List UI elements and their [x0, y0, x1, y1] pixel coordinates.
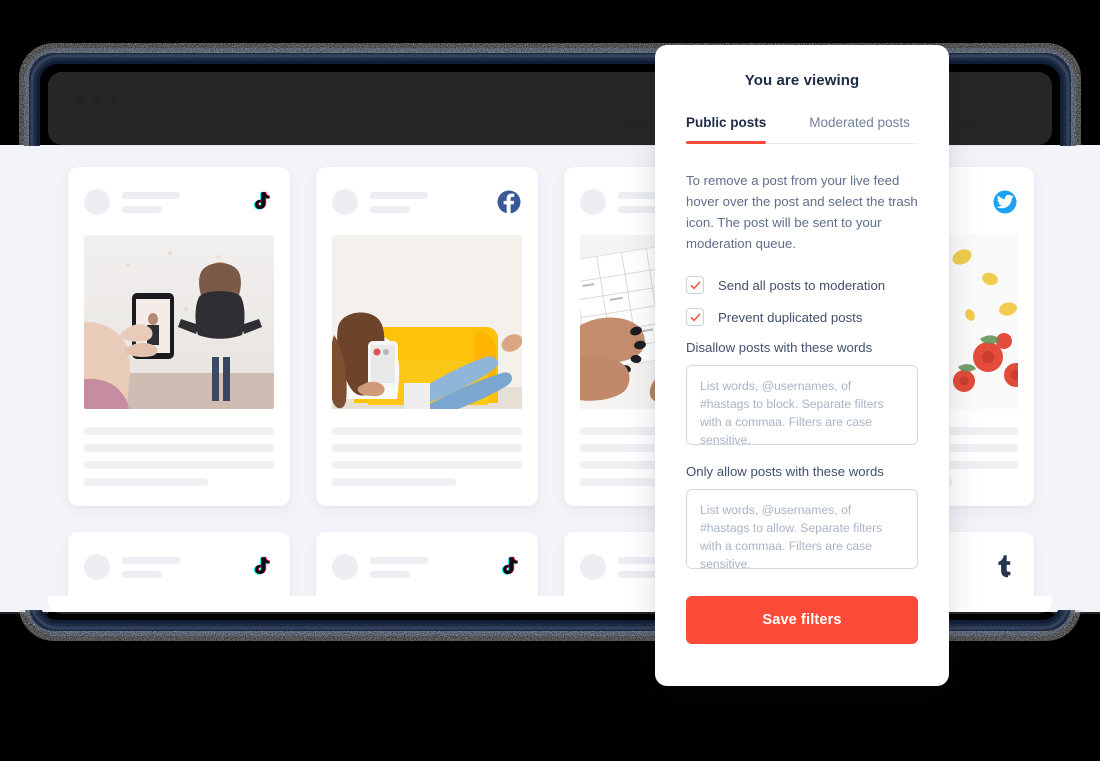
option-send-all-to-moderation[interactable]: Send all posts to moderation [686, 276, 918, 294]
window-dot[interactable] [110, 94, 118, 103]
panel-tabs: Public posts Moderated posts [686, 115, 918, 144]
post-text-skeleton [332, 427, 522, 486]
avatar [580, 554, 606, 580]
post-text-skeleton [84, 427, 274, 486]
screenshot-stage: You are viewing Public posts Moderated p… [0, 0, 1100, 761]
post-card-header [332, 550, 522, 584]
post-photo [84, 235, 274, 409]
checkbox-checked-icon[interactable] [686, 308, 704, 326]
author-skeleton [370, 556, 428, 578]
panel-description: To remove a post from your live feed hov… [686, 173, 918, 251]
option-label: Prevent duplicated posts [718, 309, 863, 325]
author-skeleton [370, 191, 428, 213]
interior-left-band [0, 146, 46, 610]
avatar [580, 189, 606, 215]
moderation-options: Send all posts to moderation Prevent dup… [686, 276, 918, 326]
post-card[interactable] [68, 167, 290, 506]
author-skeleton [122, 191, 180, 213]
disallow-words-group: Disallow posts with these words [686, 340, 918, 450]
save-filters-button[interactable]: Save filters [686, 596, 918, 644]
checkbox-checked-icon[interactable] [686, 276, 704, 294]
option-label: Send all posts to moderation [718, 277, 886, 293]
window-dot[interactable] [93, 94, 101, 103]
panel-title: You are viewing [744, 72, 860, 89]
option-prevent-duplicated-posts[interactable]: Prevent duplicated posts [686, 308, 918, 326]
avatar [84, 554, 110, 580]
allow-words-group: Only allow posts with these words [686, 464, 918, 574]
disallow-words-input[interactable] [686, 365, 918, 445]
avatar [332, 189, 358, 215]
tiktok-icon [496, 554, 522, 580]
facebook-icon [496, 189, 522, 215]
window-controls[interactable] [76, 94, 118, 103]
post-card[interactable] [316, 167, 538, 506]
post-card-header [332, 185, 522, 219]
window-dot[interactable] [76, 94, 84, 103]
tab-moderated-posts[interactable]: Moderated posts [809, 115, 910, 143]
author-skeleton [122, 556, 180, 578]
tab-public-posts[interactable]: Public posts [686, 115, 767, 144]
post-card-header [84, 550, 274, 584]
disallow-words-label: Disallow posts with these words [686, 340, 873, 355]
post-photo [332, 235, 522, 409]
tumblr-icon [992, 554, 1018, 580]
allow-words-label: Only allow posts with these words [686, 464, 884, 479]
tiktok-icon [248, 189, 274, 215]
tiktok-icon [248, 554, 274, 580]
interior-right-band [1054, 146, 1100, 610]
avatar [84, 189, 110, 215]
post-card-header [84, 185, 274, 219]
moderation-settings-panel: You are viewing Public posts Moderated p… [655, 45, 949, 686]
twitter-icon [992, 189, 1018, 215]
avatar [332, 554, 358, 580]
allow-words-input[interactable] [686, 489, 918, 569]
